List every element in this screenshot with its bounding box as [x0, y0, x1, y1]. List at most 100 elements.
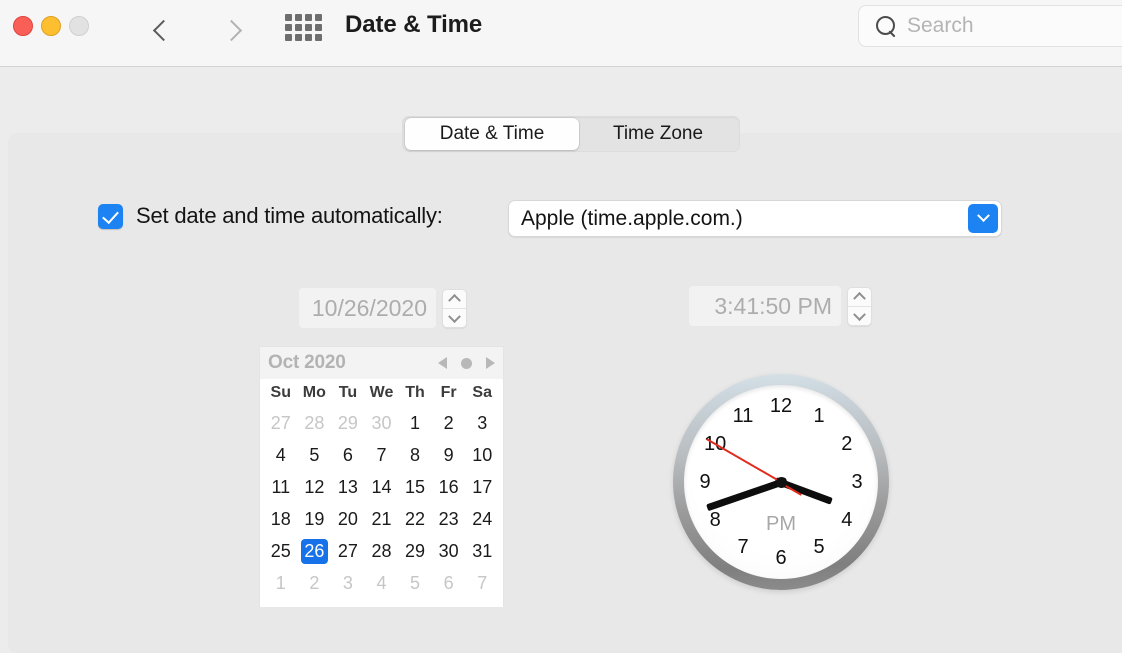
calendar-day[interactable]: 29	[331, 407, 365, 439]
clock-numeral: 2	[841, 432, 853, 455]
date-stepper[interactable]	[442, 288, 467, 328]
calendar-day[interactable]: 8	[398, 439, 432, 471]
search-placeholder: Search	[907, 14, 974, 37]
clock-numeral: 5	[813, 536, 825, 559]
time-server-value: Apple (time.apple.com.)	[521, 206, 743, 230]
calendar-day[interactable]: 3	[331, 567, 365, 599]
stepper-divider	[443, 307, 466, 309]
calendar-next-icon[interactable]	[486, 357, 495, 369]
calendar-day[interactable]: 2	[432, 407, 466, 439]
calendar-day[interactable]: 17	[465, 471, 499, 503]
calendar-weekday-header: Su Mo Tu We Th Fr Sa	[260, 379, 503, 407]
time-field-group: 3:41:50 PM	[689, 286, 872, 326]
calendar-today-icon[interactable]	[461, 357, 472, 369]
date-input[interactable]: 10/26/2020	[299, 288, 436, 328]
calendar-header: Oct 2020	[260, 347, 503, 379]
calendar-day[interactable]: 4	[365, 567, 399, 599]
calendar-day[interactable]: 9	[432, 439, 466, 471]
set-automatically-checkbox[interactable]	[98, 203, 123, 229]
tab-bar: Date & Time Time Zone	[402, 116, 740, 152]
calendar-day[interactable]: 14	[365, 471, 399, 503]
clock-numeral: 11	[732, 404, 754, 427]
calendar-day[interactable]: 27	[264, 407, 298, 439]
calendar-day[interactable]: 22	[398, 503, 432, 535]
calendar-day[interactable]: 1	[264, 567, 298, 599]
clock-numeral: 9	[699, 470, 711, 493]
calendar-prev-icon[interactable]	[438, 357, 447, 369]
calendar-day[interactable]: 11	[264, 471, 298, 503]
calendar-day[interactable]: 19	[298, 503, 332, 535]
search-field[interactable]: Search	[858, 5, 1122, 47]
tab-date-and-time[interactable]: Date & Time	[405, 118, 579, 150]
calendar-day[interactable]: 1	[398, 407, 432, 439]
calendar-day-grid[interactable]: 27 28 29 30 1 2 3 4 5 6 7 8 9 10 11 12 13 14 15 16 17 18 19 20 2…	[260, 407, 503, 599]
stepper-up-icon[interactable]	[448, 293, 461, 307]
back-button[interactable]	[142, 6, 184, 54]
calendar-day[interactable]: 29	[398, 535, 432, 567]
calendar-day[interactable]: 13	[331, 471, 365, 503]
calendar-day[interactable]: 24	[465, 503, 499, 535]
calendar-day[interactable]: 12	[298, 471, 332, 503]
calendar-day[interactable]: 5	[398, 567, 432, 599]
zoom-button[interactable]	[69, 16, 89, 36]
clock-numeral: 3	[851, 470, 863, 493]
calendar-nav	[438, 357, 495, 369]
calendar-weekday: Mo	[302, 384, 326, 401]
chevron-right-icon	[220, 19, 242, 41]
calendar-month-label: Oct 2020	[268, 352, 346, 373]
time-server-dropdown[interactable]: Apple (time.apple.com.)	[508, 200, 1002, 237]
set-automatically-label: Set date and time automatically:	[136, 203, 443, 228]
time-input[interactable]: 3:41:50 PM	[689, 286, 841, 326]
search-icon	[875, 15, 897, 37]
time-stepper[interactable]	[847, 286, 872, 326]
calendar-weekday: Su	[270, 384, 291, 401]
calendar-day[interactable]: 30	[432, 535, 466, 567]
forward-button[interactable]	[210, 6, 252, 54]
calendar-day[interactable]: 5	[298, 439, 332, 471]
calendar-day[interactable]: 30	[365, 407, 399, 439]
calendar-day[interactable]: 23	[432, 503, 466, 535]
stepper-up-icon[interactable]	[853, 291, 866, 305]
close-button[interactable]	[13, 16, 33, 36]
calendar-day[interactable]: 16	[432, 471, 466, 503]
tab-time-zone[interactable]: Time Zone	[579, 118, 737, 150]
calendar-day[interactable]: 28	[365, 535, 399, 567]
window-titlebar: Date & Time Search	[0, 0, 1122, 67]
calendar-day[interactable]: 21	[365, 503, 399, 535]
date-field-group: 10/26/2020	[299, 288, 467, 328]
stepper-down-icon[interactable]	[448, 309, 461, 323]
calendar-weekday: Fr	[440, 384, 457, 401]
calendar-weekday: We	[369, 384, 394, 401]
calendar-day[interactable]: 31	[465, 535, 499, 567]
calendar-day[interactable]: 7	[365, 439, 399, 471]
calendar-day[interactable]: 18	[264, 503, 298, 535]
auto-time-row: Set date and time automatically:	[98, 203, 443, 229]
calendar-day[interactable]: 10	[465, 439, 499, 471]
show-all-grid-icon[interactable]	[285, 13, 325, 41]
clock-numeral: 7	[737, 536, 749, 559]
clock-second-hand	[706, 438, 787, 486]
calendar-day[interactable]: 4	[264, 439, 298, 471]
chevron-down-icon[interactable]	[968, 204, 998, 233]
calendar-day[interactable]: 25	[264, 535, 298, 567]
calendar-weekday: Tu	[338, 384, 358, 401]
stepper-down-icon[interactable]	[853, 307, 866, 321]
chevron-left-icon	[152, 19, 174, 41]
calendar-day[interactable]: 28	[298, 407, 332, 439]
clock-numeral: 1	[813, 404, 825, 427]
calendar-day[interactable]: 27	[331, 535, 365, 567]
clock-numeral: 6	[775, 546, 787, 569]
date-picker-calendar[interactable]: Oct 2020 Su Mo Tu We Th Fr Sa 27 28 29 30 1 2 3 4 5 6 7 8…	[259, 346, 504, 607]
calendar-day-selected[interactable]: 26	[298, 535, 332, 567]
calendar-day[interactable]: 20	[331, 503, 365, 535]
calendar-day[interactable]: 6	[331, 439, 365, 471]
calendar-day[interactable]: 15	[398, 471, 432, 503]
minimize-button[interactable]	[41, 16, 61, 36]
clock-face: 121234567891011 PM	[684, 385, 878, 579]
calendar-day[interactable]: 2	[298, 567, 332, 599]
calendar-day[interactable]: 3	[465, 407, 499, 439]
analog-clock: 121234567891011 PM	[673, 374, 889, 590]
calendar-day[interactable]: 7	[465, 567, 499, 599]
clock-pivot	[775, 476, 787, 488]
calendar-day[interactable]: 6	[432, 567, 466, 599]
